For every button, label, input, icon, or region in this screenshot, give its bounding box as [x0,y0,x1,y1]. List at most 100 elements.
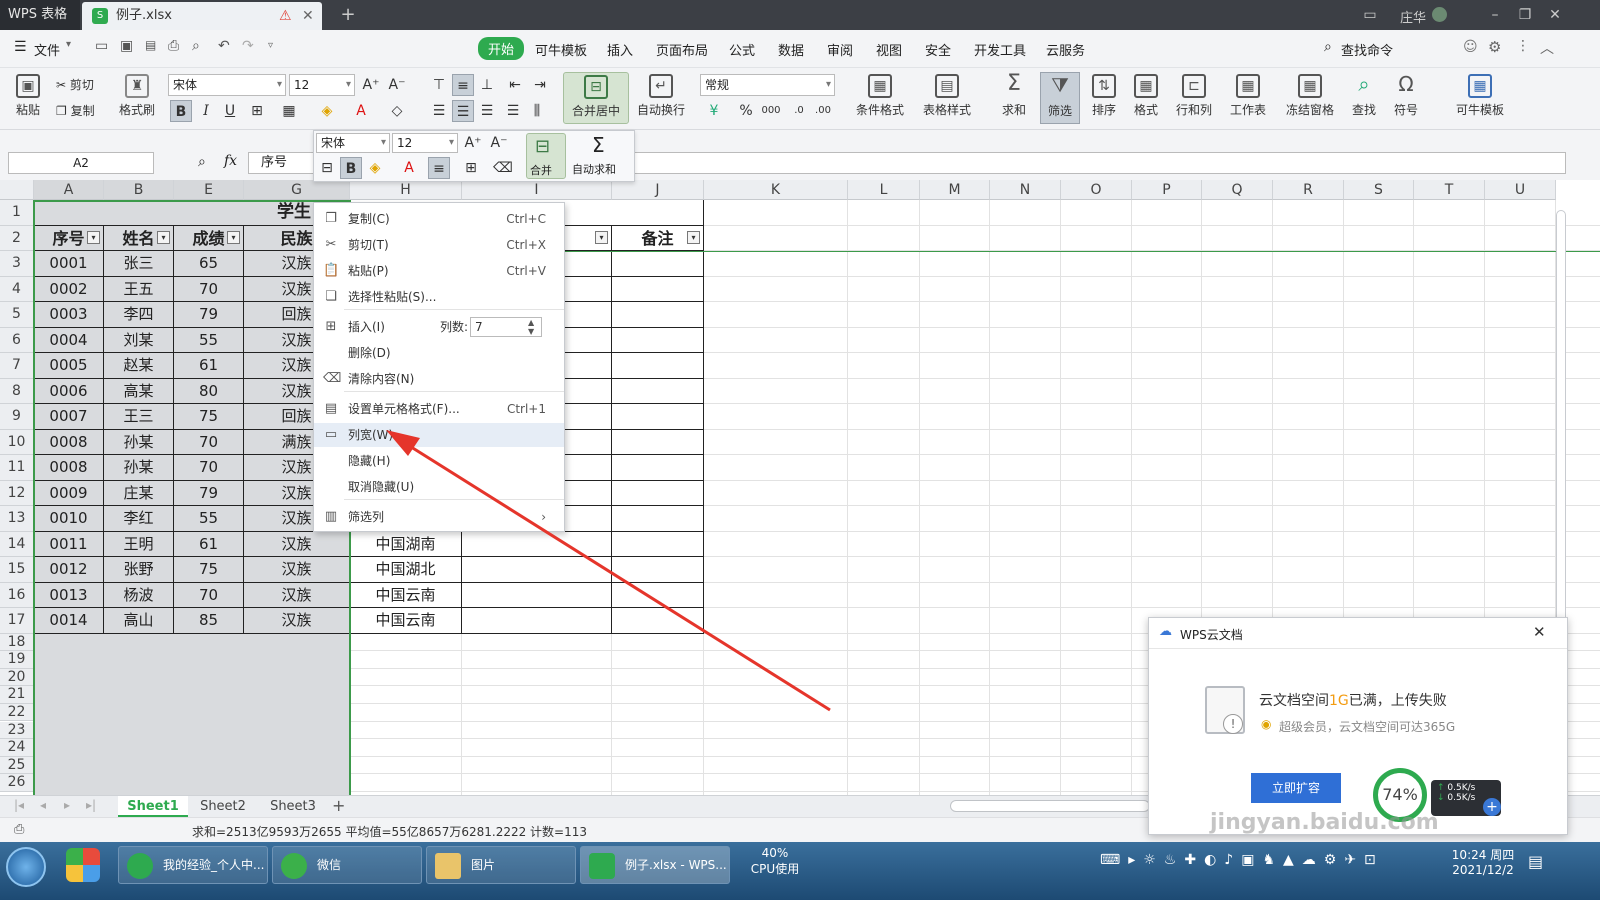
file-menu[interactable]: 文件 [34,40,60,59]
table-cell[interactable]: 0007 [34,404,104,430]
customize-icon[interactable]: ▿ [268,40,273,51]
mini-decrease-font-icon[interactable]: A⁻ [488,132,510,154]
table-cell[interactable]: 80 [174,378,244,404]
horizontal-scrollbar[interactable] [950,800,1150,812]
tab-data[interactable]: 数据 [778,40,804,59]
row-header[interactable]: 14 [0,531,34,557]
column-header[interactable]: R [1273,180,1344,200]
next-sheet-icon[interactable]: ▸ [64,798,70,812]
context-menu-item[interactable]: 📋 粘贴(P) Ctrl+V [314,259,564,283]
context-menu-item[interactable]: ▭ 列宽(W)... [314,423,564,447]
expand-storage-button[interactable]: 立即扩容 [1251,773,1341,803]
tab-formulas[interactable]: 公式 [729,40,755,59]
mini-eraser-icon[interactable]: ⌫ [492,157,514,179]
context-menu-item[interactable]: ❐ 复制(C) Ctrl+C [314,207,564,231]
mini-font-size[interactable]: 12 [392,133,458,153]
gear-icon[interactable]: ⚙ [1488,38,1501,56]
currency-icon[interactable]: ¥ [703,100,725,122]
column-header[interactable]: L [848,180,920,200]
column-header[interactable]: G [244,180,350,200]
mini-font-color-icon[interactable]: A [398,157,420,179]
select-all-corner[interactable] [0,180,34,200]
find-button[interactable]: ⌕ 查找 [1346,74,1382,118]
border-icon[interactable]: ⊞ [246,100,268,122]
format-button[interactable]: ▦ 格式 [1128,74,1164,118]
context-menu-item[interactable]: ▤ 设置单元格格式(F)... Ctrl+1 [314,397,564,421]
table-cell[interactable]: 王明 [104,531,174,557]
table-cell[interactable]: 孙某 [104,455,174,481]
row-header[interactable]: 8 [0,378,34,404]
tab-review[interactable]: 审阅 [827,40,853,59]
app-tab[interactable]: WPS 表格 [0,0,80,30]
table-style-button[interactable]: ▤ 表格样式 [917,74,977,118]
open-icon[interactable]: ▭ [95,38,108,54]
increase-decimal-icon[interactable]: .0 [788,100,810,122]
table-cell[interactable]: 0004 [34,327,104,353]
tab-page-layout[interactable]: 页面布局 [656,40,708,59]
tab-cloud[interactable]: 云服务 [1046,40,1085,59]
indent-decrease-icon[interactable]: ⇤ [504,74,526,96]
search-command[interactable]: 查找命令 [1341,40,1393,59]
header-cell[interactable]: 成绩 ▾ [174,225,244,251]
row-header[interactable]: 10 [0,429,34,455]
table-cell[interactable]: 79 [174,480,244,506]
mini-font-name[interactable]: 宋体 [316,133,390,153]
cut-button[interactable]: ✂ 剪切 [56,76,94,93]
row-header[interactable]: 15 [0,557,34,583]
column-header[interactable]: N [990,180,1061,200]
row-header[interactable]: 6 [0,327,34,353]
start-button[interactable] [6,847,46,887]
table-cell[interactable]: 赵某 [104,353,174,379]
template-button[interactable]: ▦ 可牛模板 [1452,74,1508,118]
table-cell[interactable]: 0014 [34,608,104,634]
row-header[interactable]: 7 [0,353,34,379]
pdf-icon[interactable]: ▤ [145,38,156,52]
taskbar-item-wps[interactable]: 例子.xlsx - WPS... [580,846,730,884]
search-icon[interactable]: ⌕ [1324,39,1332,55]
comment-icon[interactable]: ☺ [1463,39,1478,55]
table-cell[interactable]: 0002 [34,276,104,302]
column-header[interactable]: U [1485,180,1556,200]
close-tab-icon[interactable]: ✕ [302,2,314,30]
table-cell[interactable] [462,582,612,608]
decrease-decimal-icon[interactable]: .00 [812,100,834,122]
wrap-text-button[interactable]: ↵ 自动换行 [636,74,686,118]
add-sheet-button[interactable]: + [332,796,345,815]
number-format-select[interactable]: 常规 [700,74,835,96]
column-header[interactable]: M [920,180,990,200]
table-cell[interactable]: 李四 [104,302,174,328]
prev-sheet-icon[interactable]: ◂ [40,798,46,812]
plus-icon[interactable]: + [1483,798,1501,816]
context-menu-item[interactable]: 隐藏(H) [314,449,564,473]
row-header[interactable]: 3 [0,251,34,277]
symbol-button[interactable]: Ω 符号 [1388,74,1424,118]
first-sheet-icon[interactable]: |◂ [14,798,24,812]
table-cell[interactable] [612,302,704,328]
more-icon[interactable]: ⋮ [1516,38,1530,54]
row-header[interactable]: 4 [0,276,34,302]
merge-center-button[interactable]: ⊟ 合并居中 [563,72,629,124]
thousands-icon[interactable]: 000 [760,100,782,122]
clear-format-icon[interactable]: ◇ [386,100,408,122]
fx-icon[interactable]: fx [224,153,237,169]
taskbar-item-browser[interactable]: 我的经验_个人中... [118,846,268,884]
worksheet-button[interactable]: ▦ 工作表 [1226,74,1270,118]
row-header[interactable]: 25 [0,756,34,775]
table-cell[interactable]: 70 [174,582,244,608]
table-cell[interactable]: 0013 [34,582,104,608]
paste-button[interactable]: ▣ 粘贴 [10,74,46,118]
name-box[interactable]: A2 [8,152,154,174]
sort-button[interactable]: ⇅ 排序 [1086,74,1122,118]
distribute-icon[interactable]: ⫼ [526,100,548,122]
minimize-button[interactable]: – [1480,0,1510,30]
row-header[interactable]: 17 [0,608,34,634]
table-cell[interactable] [612,353,704,379]
filter-dropdown-icon[interactable]: ▾ [157,230,170,244]
row-header[interactable]: 24 [0,739,34,757]
table-cell[interactable]: 杨波 [104,582,174,608]
table-cell[interactable]: 王五 [104,276,174,302]
redo-icon[interactable]: ↷ [242,38,254,54]
italic-button[interactable]: I [195,100,217,122]
tab-view[interactable]: 视图 [876,40,902,59]
table-cell[interactable] [612,276,704,302]
